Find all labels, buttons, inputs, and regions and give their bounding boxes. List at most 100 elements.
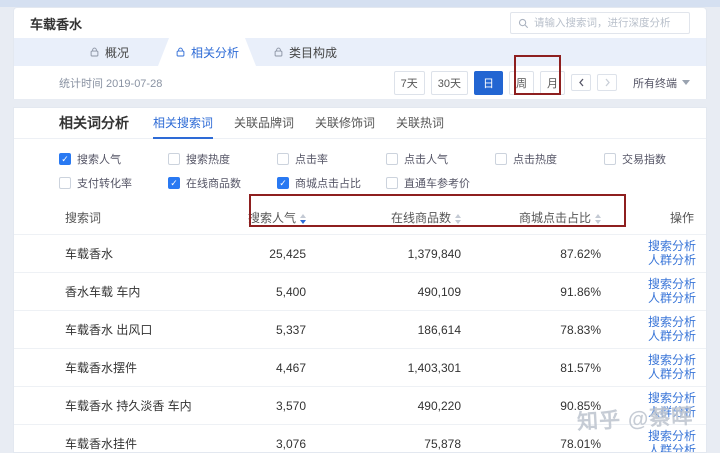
cell-search-popularity: 25,425 [269, 246, 306, 261]
filter-label: 点击人气 [404, 154, 448, 166]
checkbox-icon[interactable] [495, 153, 507, 165]
col-header-online-products[interactable]: 在线商品数 [306, 209, 461, 226]
cell-search-popularity: 5,337 [275, 322, 306, 337]
stats-bar: 统计时间 2019-07-28 7天 30天 日 周 月 所有终端 [14, 66, 706, 99]
cell-mall-click-ratio: 90.85% [560, 398, 601, 413]
col-header-search-popularity[interactable]: 搜索人气 [201, 209, 306, 226]
audience-analysis-link[interactable]: 人群分析 [648, 406, 696, 419]
subtab-related-hot-words[interactable]: 关联热词 [396, 108, 444, 139]
subtab-related-brand-words[interactable]: 关联品牌词 [234, 108, 294, 139]
audience-analysis-link[interactable]: 人群分析 [648, 330, 696, 343]
cell-mall-click-ratio: 81.57% [560, 360, 601, 375]
subtab-related-search-words[interactable]: 相关搜索词 [153, 108, 214, 139]
cell-search-popularity: 4,467 [275, 360, 306, 375]
cell-keyword: 车载香水挂件 [65, 437, 138, 451]
audience-analysis-link[interactable]: 人群分析 [648, 254, 696, 267]
tab-related-analysis[interactable]: 相关分析 [158, 38, 256, 66]
main-tabs: 概况 相关分析 类目构成 [14, 38, 706, 66]
filter-search-heat[interactable]: 搜索热度 [168, 151, 277, 167]
filter-transaction-index[interactable]: 交易指数 [604, 151, 706, 167]
search-analysis-link[interactable]: 搜索分析 [648, 430, 696, 443]
related-words-card: 相关词分析 相关搜索词 关联品牌词 关联修饰词 关联热词 ✓ 搜索人气 搜索热度 … [13, 107, 707, 453]
col-header-actions: 操作 [669, 211, 694, 225]
section-title: 相关词分析 [59, 115, 129, 131]
filter-label: 搜索热度 [186, 154, 230, 166]
filter-label: 支付转化率 [77, 178, 132, 190]
stats-date-label: 统计时间 2019-07-28 [59, 77, 163, 90]
cell-online-products: 1,403,301 [407, 360, 461, 375]
checkbox-icon[interactable] [168, 153, 180, 165]
page-title: 车载香水 [30, 16, 83, 32]
tab-overview[interactable]: 概况 [60, 38, 158, 66]
audience-analysis-link[interactable]: 人群分析 [648, 368, 696, 381]
filter-label: 在线商品数 [186, 178, 241, 190]
prev-period-button[interactable] [571, 74, 591, 91]
checkbox-checked-icon[interactable]: ✓ [168, 177, 180, 189]
cell-online-products: 75,878 [424, 436, 461, 451]
metric-filters: ✓ 搜索人气 搜索热度 点击率 点击人气 点击热度 交易指数 支付转化率 ✓ 在线商… [14, 139, 706, 195]
period-week-button[interactable]: 周 [509, 70, 534, 95]
cell-keyword: 车载香水摆件 [65, 361, 138, 375]
period-30d-button[interactable]: 30天 [430, 70, 468, 95]
checkbox-checked-icon[interactable]: ✓ [277, 177, 289, 189]
checkbox-checked-icon[interactable]: ✓ [59, 153, 71, 165]
subtab-related-modifier-words[interactable]: 关联修饰词 [315, 108, 375, 139]
filter-online-products[interactable]: ✓ 在线商品数 [168, 175, 277, 191]
filter-click-popularity[interactable]: 点击人气 [386, 151, 495, 167]
tab-category-composition[interactable]: 类目构成 [256, 38, 354, 66]
table-row: 车载香水摆件 4,467 1,403,301 81.57% 搜索分析 人群分析 [14, 348, 706, 386]
filter-row-2: 支付转化率 ✓ 在线商品数 ✓ 商城点击占比 直通车参考价 [59, 171, 706, 195]
cell-keyword: 香水车载 车内 [65, 285, 141, 299]
table-row: 车载香水 持久淡香 车内 3,570 490,220 90.85% 搜索分析 人群… [14, 386, 706, 424]
terminal-filter-dropdown[interactable]: 所有终端 [633, 75, 690, 91]
cell-search-popularity: 3,076 [275, 436, 306, 451]
period-selector: 7天 30天 日 周 月 所有终端 [393, 70, 690, 95]
bag-icon [175, 47, 186, 58]
cell-mall-click-ratio: 78.01% [560, 436, 601, 451]
filter-mall-click-ratio[interactable]: ✓ 商城点击占比 [277, 175, 386, 191]
cell-mall-click-ratio: 91.86% [560, 284, 601, 299]
checkbox-icon[interactable] [386, 177, 398, 189]
page-top-strip [0, 0, 720, 7]
filter-row-1: ✓ 搜索人气 搜索热度 点击率 点击人气 点击热度 交易指数 [59, 147, 706, 171]
header-card: 车载香水 概况 相关分析 类目构成 统计时间 20 [13, 7, 707, 99]
cell-mall-click-ratio: 78.83% [560, 322, 601, 337]
table-header-row: 搜索词 搜索人气 在线商品数 商城点击占比 操作 [14, 201, 706, 234]
audience-analysis-link[interactable]: 人群分析 [648, 444, 696, 453]
cell-online-products: 186,614 [417, 322, 461, 337]
search-input[interactable] [534, 17, 682, 29]
filter-click-heat[interactable]: 点击热度 [495, 151, 604, 167]
search-analysis-link[interactable]: 搜索分析 [648, 354, 696, 367]
checkbox-icon[interactable] [59, 177, 71, 189]
col-header-mall-click-ratio[interactable]: 商城点击占比 [461, 209, 601, 226]
filter-search-popularity[interactable]: ✓ 搜索人气 [59, 151, 168, 167]
keyword-search-box[interactable] [510, 12, 690, 34]
search-analysis-link[interactable]: 搜索分析 [648, 278, 696, 291]
search-icon [518, 18, 529, 29]
checkbox-icon[interactable] [277, 153, 289, 165]
period-day-button[interactable]: 日 [474, 70, 503, 95]
period-month-button[interactable]: 月 [540, 70, 565, 95]
keywords-table: 搜索词 搜索人气 在线商品数 商城点击占比 操作 车载香水 25,425 1,3… [14, 201, 706, 453]
search-analysis-link[interactable]: 搜索分析 [648, 392, 696, 405]
filter-click-rate[interactable]: 点击率 [277, 151, 386, 167]
tab-label: 相关分析 [190, 45, 239, 60]
audience-analysis-link[interactable]: 人群分析 [648, 292, 696, 305]
checkbox-icon[interactable] [386, 153, 398, 165]
filter-payment-conversion[interactable]: 支付转化率 [59, 175, 168, 191]
cell-keyword: 车载香水 [65, 247, 114, 261]
period-7d-button[interactable]: 7天 [393, 70, 425, 95]
chevron-down-icon [682, 80, 690, 85]
terminal-filter-value: 所有终端 [633, 77, 677, 90]
cell-search-popularity: 3,570 [275, 398, 306, 413]
search-analysis-link[interactable]: 搜索分析 [648, 240, 696, 253]
filter-ztc-reference-price[interactable]: 直通车参考价 [386, 175, 495, 191]
cell-online-products: 490,109 [417, 284, 461, 299]
search-analysis-link[interactable]: 搜索分析 [648, 316, 696, 329]
table-row: 车载香水 出风口 5,337 186,614 78.83% 搜索分析 人群分析 [14, 310, 706, 348]
bag-icon [89, 47, 100, 58]
filter-label: 直通车参考价 [404, 178, 470, 190]
next-period-button[interactable] [597, 74, 617, 91]
checkbox-icon[interactable] [604, 153, 616, 165]
filter-label: 交易指数 [622, 154, 666, 166]
